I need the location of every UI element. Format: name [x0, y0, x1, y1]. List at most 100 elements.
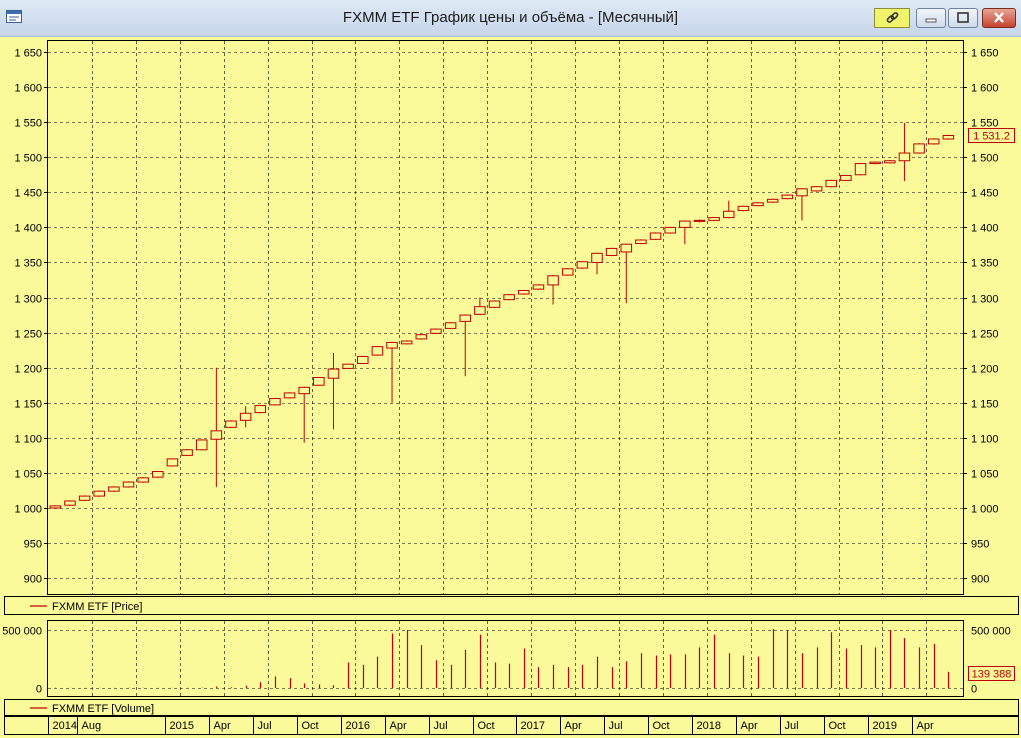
candle	[854, 162, 867, 176]
candle-body	[766, 198, 779, 203]
candle-body	[518, 290, 530, 295]
price-tick-label-left: 1 050	[14, 469, 42, 481]
candle-body	[737, 205, 750, 212]
candle-body	[400, 340, 413, 345]
candle-body	[898, 152, 911, 162]
candle-body	[693, 219, 706, 222]
candle	[415, 334, 428, 340]
time-axis-label: Jul	[785, 720, 799, 732]
price-tick-label-right: 900	[971, 574, 989, 586]
candle-body	[854, 163, 867, 176]
candle	[210, 367, 223, 487]
candle-body	[342, 363, 354, 369]
time-axis-label: 2019	[873, 720, 897, 732]
time-axis-label: Jul	[434, 720, 448, 732]
time-axis-label: Oct	[829, 720, 846, 732]
candle-body	[386, 341, 398, 349]
candle	[269, 397, 281, 406]
candle	[93, 490, 106, 497]
candle	[122, 481, 135, 488]
price-tick-label-left: 900	[24, 574, 42, 586]
candle	[722, 200, 735, 219]
candle	[195, 439, 208, 451]
candle-body	[752, 202, 764, 207]
candle	[430, 328, 442, 335]
candle	[825, 179, 838, 188]
candle-body	[181, 449, 193, 456]
candle	[342, 363, 354, 370]
price-tick-label-left: 1 400	[14, 223, 42, 235]
chart-window: FXMM ETF График цены и объёма - [Месячны…	[0, 0, 1021, 738]
candle-body	[796, 188, 808, 197]
candle-body	[78, 495, 91, 501]
candle	[474, 297, 486, 316]
price-last-value: 1 531.2	[973, 131, 1010, 143]
candle	[283, 392, 296, 399]
price-last-value-badge: 1 531.2	[968, 128, 1015, 143]
candle	[605, 247, 618, 257]
candle	[737, 205, 750, 212]
volume-legend-strip	[4, 699, 1019, 716]
price-tick-label-left: 1 150	[14, 399, 42, 411]
candle	[664, 226, 676, 234]
volume-tick-label-left: 500 000	[2, 626, 42, 638]
candle	[752, 202, 764, 207]
candle-body	[884, 160, 896, 164]
price-tick-label-left: 1 250	[14, 329, 42, 341]
price-tick-label-left: 1 000	[14, 504, 42, 516]
candle	[49, 505, 62, 509]
candle	[400, 340, 413, 345]
candle	[576, 261, 589, 269]
candle-body	[722, 210, 735, 219]
candle	[181, 449, 193, 457]
candle-body	[913, 143, 925, 154]
price-tick-label-left: 1 450	[14, 188, 42, 200]
time-axis-label: Aug	[82, 720, 102, 732]
candle	[166, 458, 179, 467]
candle	[371, 345, 384, 356]
candle-body	[298, 386, 310, 395]
time-axis-label: Apr	[214, 720, 231, 732]
price-tick-label-right: 950	[971, 539, 989, 551]
time-axis-label: 2017	[521, 720, 545, 732]
time-axis-label: Jul	[258, 720, 272, 732]
candle	[327, 352, 340, 430]
price-tick-label-left: 1 350	[14, 258, 42, 270]
candle-body	[942, 134, 955, 140]
price-legend-label: FXMM ETF [Price]	[52, 601, 142, 613]
candle	[254, 404, 267, 414]
time-axis-label: Oct	[302, 720, 319, 732]
time-axis-label: 2014	[53, 720, 77, 732]
candle	[942, 134, 955, 140]
price-tick-label-left: 1 500	[14, 153, 42, 165]
candle-body	[313, 377, 325, 386]
candle	[503, 294, 515, 301]
candle	[386, 341, 398, 403]
candle-body	[869, 161, 881, 165]
candle	[693, 219, 706, 223]
candle	[459, 314, 472, 377]
candle	[561, 268, 574, 276]
candle-body	[635, 239, 647, 245]
candle-body	[561, 268, 574, 276]
candle	[239, 406, 252, 428]
volume-tick-label-left: 0	[36, 684, 42, 696]
candle	[796, 188, 808, 221]
candle-body	[781, 194, 794, 200]
price-tick-label-right: 1 000	[971, 504, 999, 516]
candle-body	[166, 458, 179, 467]
time-axis-label: Apr	[565, 720, 582, 732]
candle	[298, 386, 310, 443]
price-tick-label-right: 1 150	[971, 399, 999, 411]
candle	[679, 220, 691, 245]
time-axis-label: Apr	[741, 720, 758, 732]
candle-body	[927, 138, 940, 145]
time-axis-label: 2018	[697, 720, 721, 732]
price-legend-strip	[4, 596, 1019, 615]
candle	[810, 185, 823, 192]
candle-body	[254, 405, 267, 414]
candle	[547, 275, 559, 305]
time-axis-label: Jul	[609, 720, 623, 732]
candle-body	[93, 490, 106, 497]
candle-body	[356, 355, 369, 364]
